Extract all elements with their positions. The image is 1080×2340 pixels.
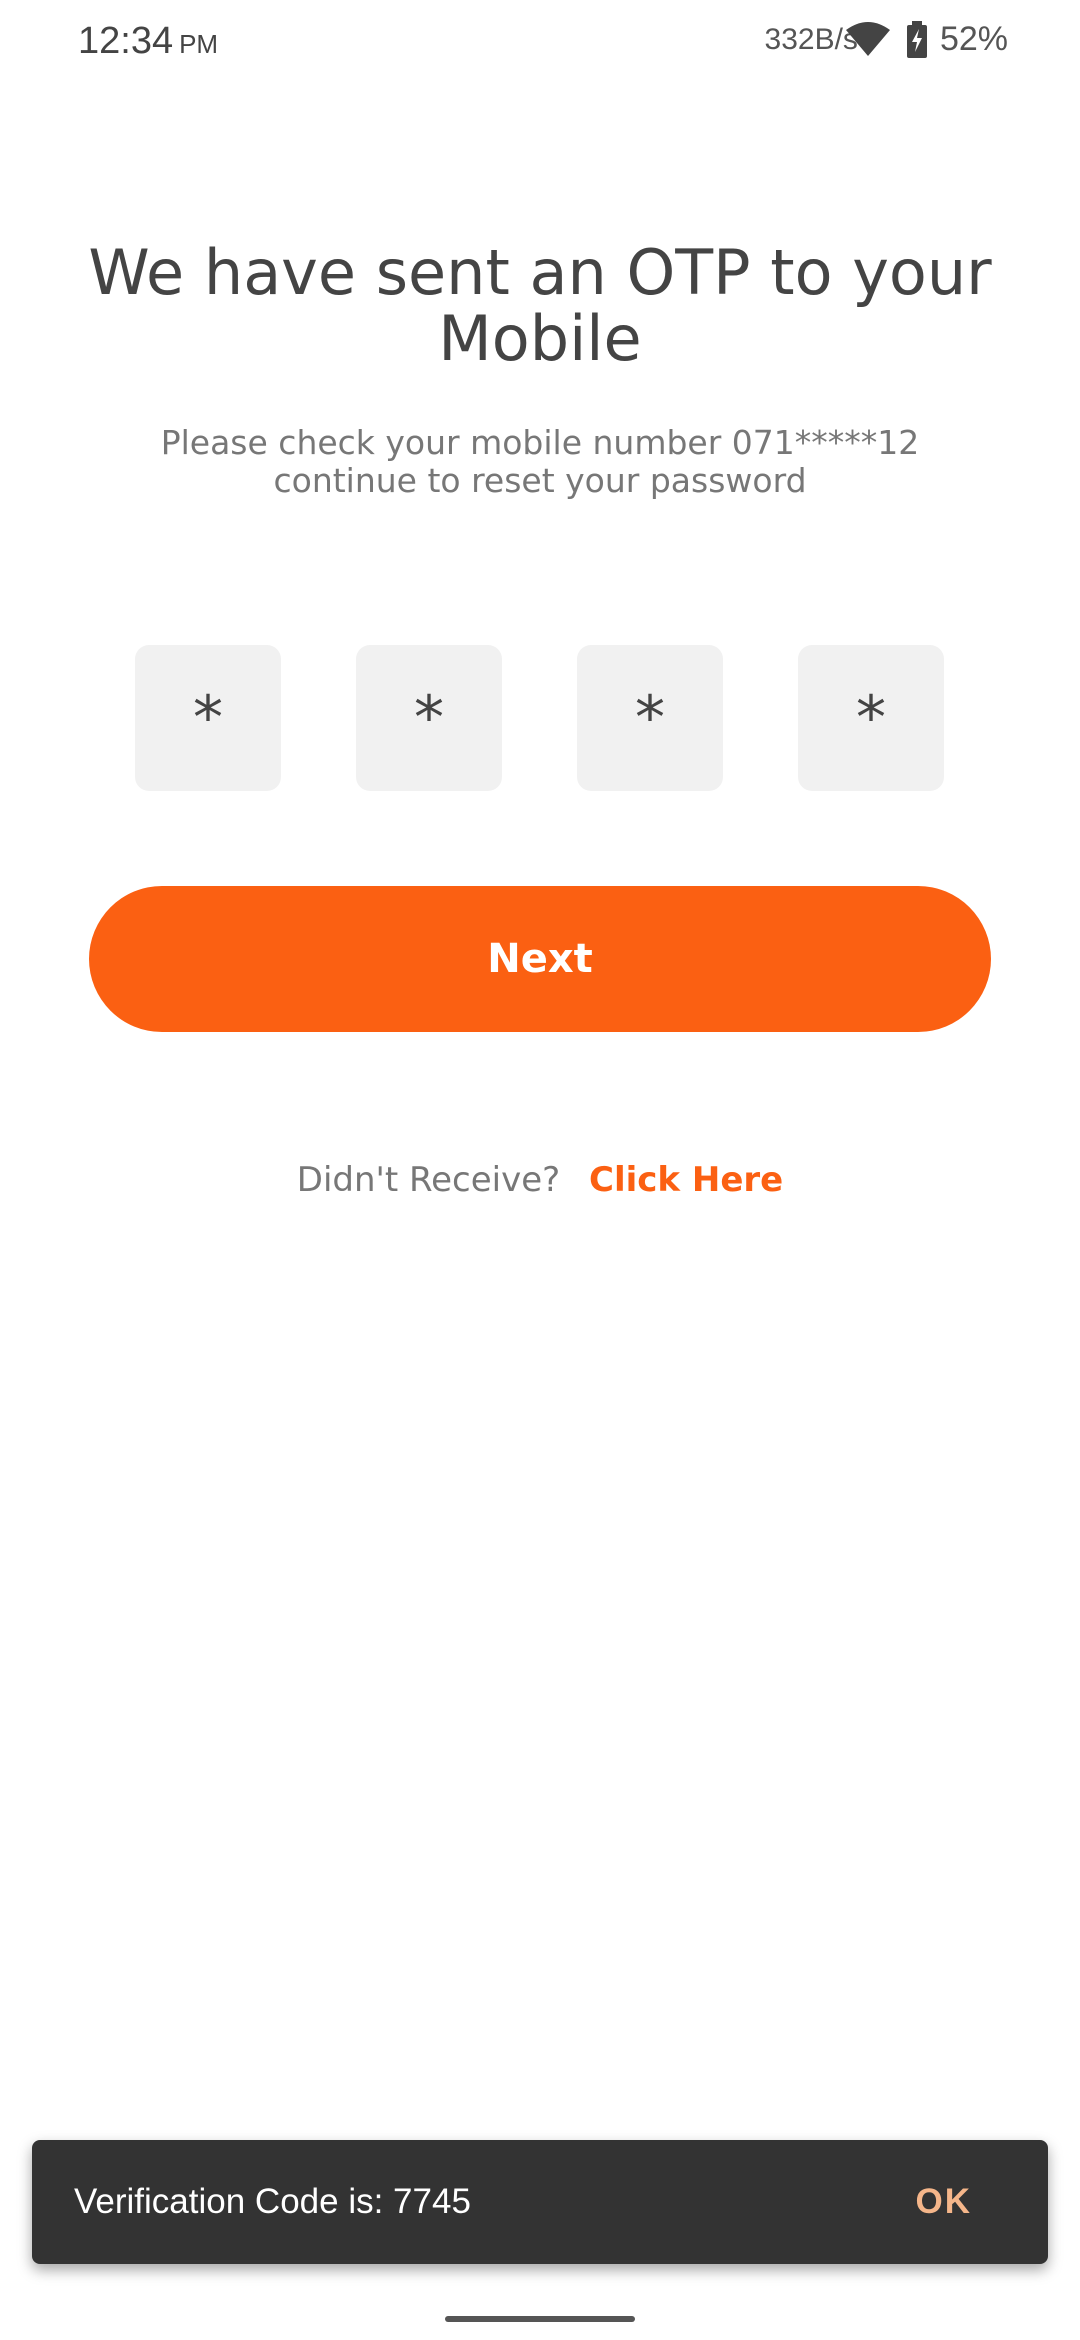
page-subtitle: Please check your mobile number 071*****… [160,423,920,500]
otp-input-group: * * * * [135,645,945,791]
status-time-value: 12:34 [78,20,174,62]
snackbar-message: Verification Code is: 7745 [74,2182,471,2221]
otp-digit-3[interactable]: * [577,645,723,791]
battery-charging-icon [906,20,927,58]
otp-digit-1[interactable]: * [135,645,281,791]
home-indicator[interactable] [445,2316,635,2322]
next-button[interactable]: Next [89,886,991,1032]
resend-prompt: Didn't Receive? [296,1160,561,1200]
battery-percent: 52% [939,20,1008,58]
status-time-ampm: PM [179,29,219,59]
snackbar-ok-button[interactable]: OK [916,2182,973,2222]
otp-digit-4[interactable]: * [798,645,944,791]
status-time: 12:34 PM [78,20,218,63]
resend-row: Didn't Receive? Click Here [0,1160,1080,1200]
status-bar: 12:34 PM 332B/s 52% [0,0,1080,86]
resend-link[interactable]: Click Here [589,1160,783,1200]
wifi-icon [845,21,890,56]
status-indicators: 332B/s 52% [765,20,1008,59]
otp-digit-2[interactable]: * [356,645,502,791]
snackbar: Verification Code is: 7745 OK [32,2140,1048,2264]
page-title: We have sent an OTP to your Mobile [88,236,992,375]
